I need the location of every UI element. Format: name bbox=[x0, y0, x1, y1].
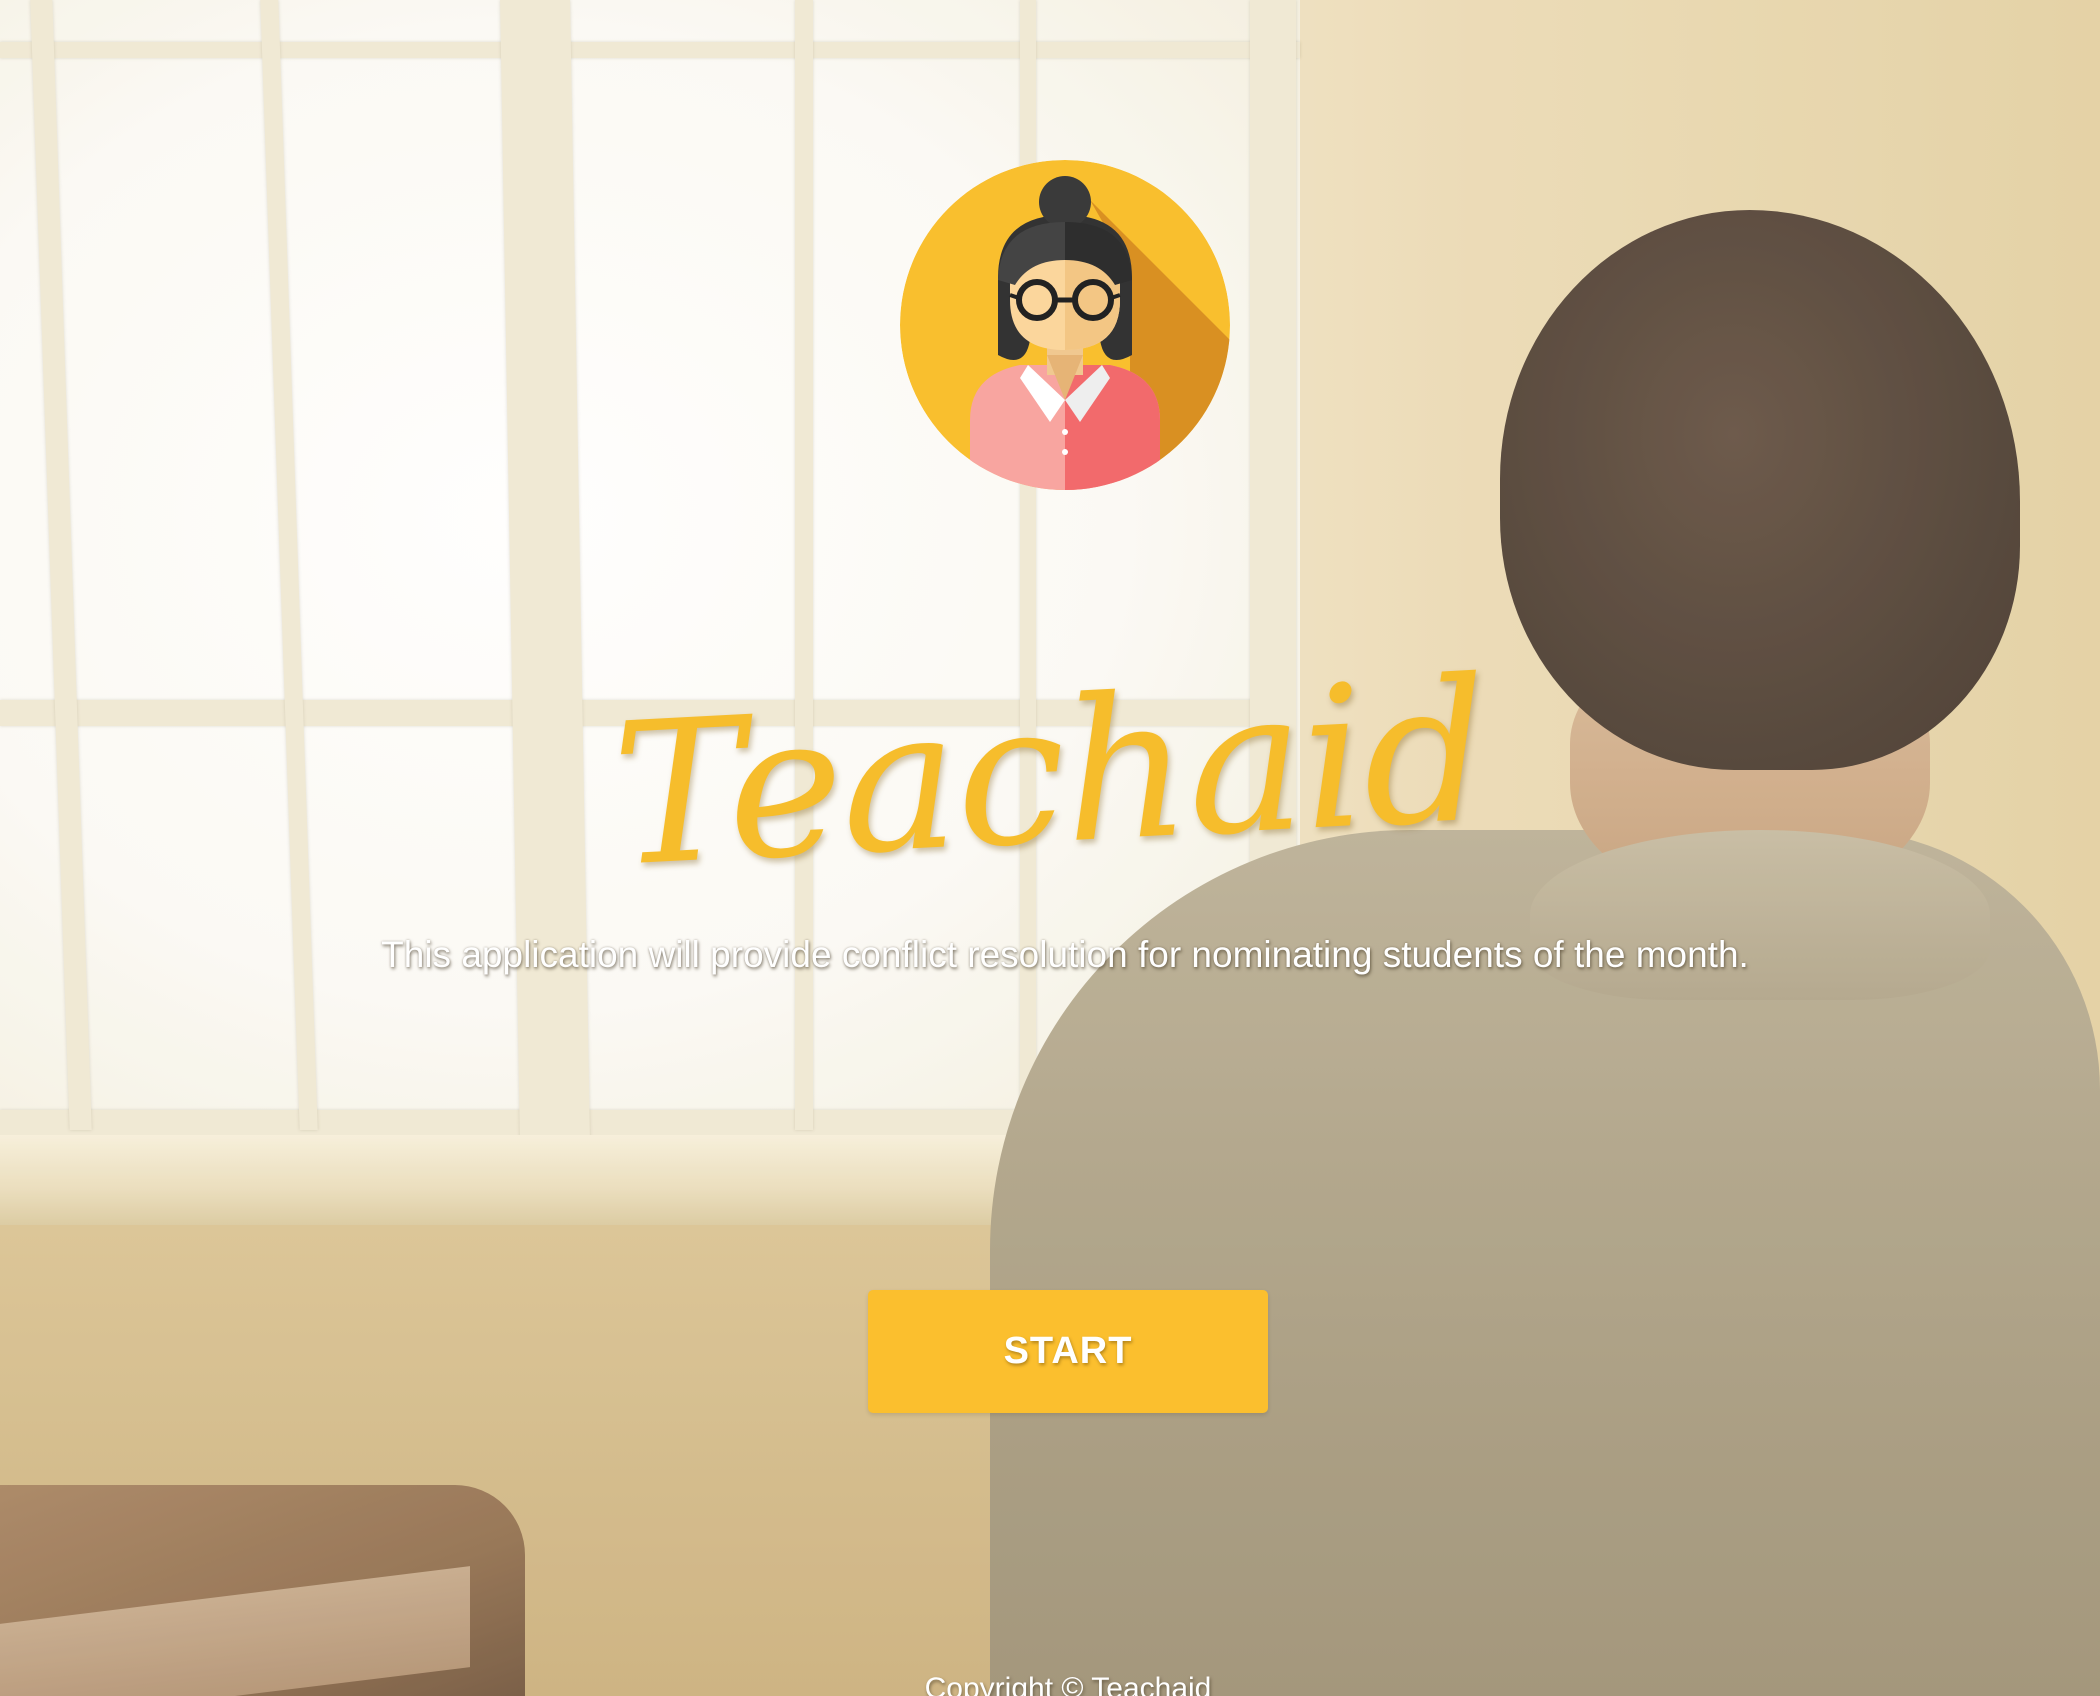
copyright-footer: Copyright © Teachaid bbox=[924, 1672, 1212, 1696]
app-tagline: This application will provide conflict r… bbox=[381, 934, 1749, 975]
teacher-avatar-icon bbox=[900, 160, 1230, 490]
start-button[interactable]: START bbox=[868, 1290, 1268, 1413]
